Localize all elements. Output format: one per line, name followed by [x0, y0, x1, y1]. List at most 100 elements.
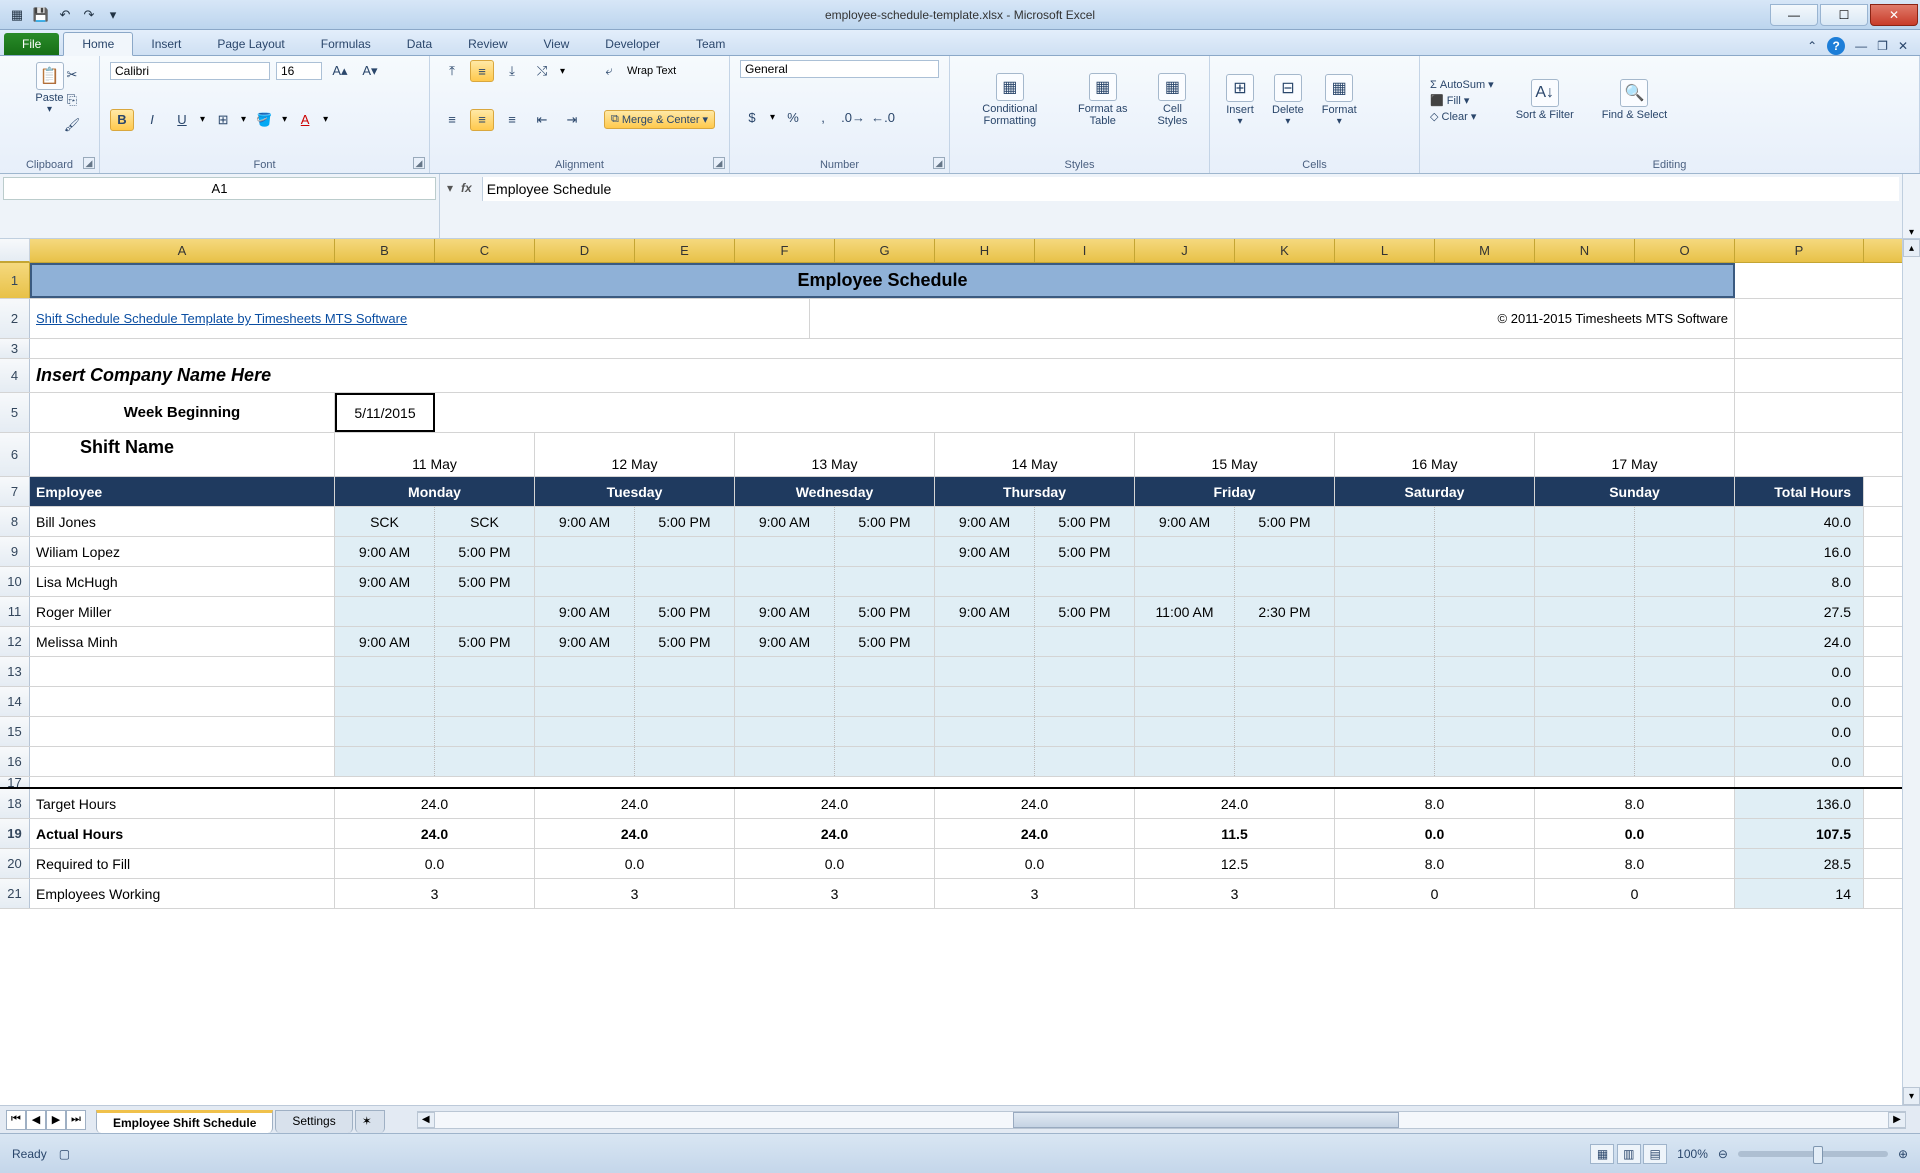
schedule-cell[interactable] — [1135, 717, 1235, 746]
schedule-cell[interactable] — [535, 747, 635, 776]
font-size-input[interactable] — [276, 62, 322, 80]
minimize-button[interactable]: — — [1770, 4, 1818, 26]
help-icon[interactable]: ? — [1827, 37, 1845, 55]
schedule-cell[interactable]: 9:00 AM — [735, 597, 835, 626]
border-button[interactable]: ⊞ — [211, 109, 235, 131]
schedule-cell[interactable] — [835, 687, 935, 716]
tab-insert[interactable]: Insert — [133, 33, 199, 55]
schedule-cell[interactable] — [835, 537, 935, 566]
schedule-cell[interactable]: 5:00 PM — [1035, 507, 1135, 536]
schedule-cell[interactable]: 9:00 AM — [735, 627, 835, 656]
schedule-cell[interactable]: 9:00 AM — [335, 567, 435, 596]
cell[interactable] — [30, 339, 1735, 358]
fill-color-button[interactable]: 🪣 — [252, 109, 276, 131]
underline-button[interactable]: U — [170, 109, 194, 131]
schedule-cell[interactable] — [335, 657, 435, 686]
total-hours[interactable]: 0.0 — [1735, 717, 1864, 746]
schedule-cell[interactable] — [435, 717, 535, 746]
summary-value[interactable]: 24.0 — [735, 819, 935, 848]
column-header-M[interactable]: M — [1435, 239, 1535, 262]
column-header-L[interactable]: L — [1335, 239, 1435, 262]
schedule-cell[interactable] — [1035, 567, 1135, 596]
column-header-C[interactable]: C — [435, 239, 535, 262]
schedule-cell[interactable] — [1635, 717, 1735, 746]
schedule-cell[interactable] — [935, 717, 1035, 746]
row-header-2[interactable]: 2 — [0, 299, 30, 338]
formula-input[interactable] — [482, 177, 1899, 201]
column-header-B[interactable]: B — [335, 239, 435, 262]
sheet-tab-employee-shift[interactable]: Employee Shift Schedule — [96, 1110, 273, 1133]
week-beginning-label[interactable]: Week Beginning — [30, 393, 335, 432]
row-header-7[interactable]: 7 — [0, 477, 30, 506]
schedule-cell[interactable] — [1035, 717, 1135, 746]
schedule-cell[interactable] — [635, 747, 735, 776]
employee-name[interactable]: Lisa McHugh — [30, 567, 335, 596]
schedule-cell[interactable]: 5:00 PM — [1235, 507, 1335, 536]
schedule-cell[interactable] — [1335, 597, 1435, 626]
schedule-cell[interactable] — [1335, 717, 1435, 746]
spreadsheet-grid[interactable]: 1Employee Schedule2Shift Schedule Schedu… — [0, 263, 1902, 1105]
formula-expand-icon[interactable]: ▾ — [1902, 174, 1920, 238]
schedule-cell[interactable] — [935, 567, 1035, 596]
row-header-12[interactable]: 12 — [0, 627, 30, 656]
summary-label[interactable]: Required to Fill — [30, 849, 335, 878]
total-hours-header[interactable]: Total Hours — [1735, 477, 1864, 506]
company-name[interactable]: Insert Company Name Here — [30, 359, 1735, 392]
schedule-cell[interactable]: 9:00 AM — [335, 537, 435, 566]
fx-icon[interactable]: fx — [461, 181, 472, 195]
schedule-cell[interactable] — [1035, 687, 1135, 716]
workbook-minimize-icon[interactable]: — — [1855, 39, 1867, 53]
total-hours[interactable]: 0.0 — [1735, 657, 1864, 686]
schedule-cell[interactable] — [1435, 747, 1535, 776]
column-header-E[interactable]: E — [635, 239, 735, 262]
cell[interactable] — [435, 393, 1735, 432]
schedule-cell[interactable] — [835, 747, 935, 776]
close-button[interactable]: ✕ — [1870, 4, 1918, 26]
schedule-cell[interactable]: 9:00 AM — [935, 537, 1035, 566]
sheet-tab-settings[interactable]: Settings — [275, 1110, 352, 1133]
schedule-cell[interactable] — [1235, 717, 1335, 746]
schedule-cell[interactable] — [1535, 687, 1635, 716]
summary-label[interactable]: Target Hours — [30, 789, 335, 818]
day-header[interactable]: Wednesday — [735, 477, 935, 506]
schedule-cell[interactable] — [935, 657, 1035, 686]
summary-value[interactable]: 3 — [535, 879, 735, 908]
align-top-icon[interactable]: ⤒ — [440, 60, 464, 82]
schedule-cell[interactable] — [1235, 687, 1335, 716]
schedule-cell[interactable] — [735, 747, 835, 776]
total-hours[interactable]: 24.0 — [1735, 627, 1864, 656]
schedule-cell[interactable] — [1535, 597, 1635, 626]
schedule-cell[interactable] — [1435, 627, 1535, 656]
scroll-thumb[interactable] — [1013, 1112, 1400, 1128]
row-header-15[interactable]: 15 — [0, 717, 30, 746]
redo-icon[interactable]: ↷ — [80, 6, 98, 24]
summary-total[interactable]: 107.5 — [1735, 819, 1864, 848]
scroll-left-icon[interactable]: ◀ — [417, 1112, 435, 1128]
schedule-cell[interactable] — [1435, 717, 1535, 746]
schedule-cell[interactable] — [1635, 747, 1735, 776]
schedule-cell[interactable] — [635, 657, 735, 686]
schedule-cell[interactable] — [735, 717, 835, 746]
schedule-cell[interactable] — [1535, 567, 1635, 596]
schedule-cell[interactable] — [535, 717, 635, 746]
select-all-corner[interactable] — [0, 239, 30, 262]
day-header[interactable]: Tuesday — [535, 477, 735, 506]
schedule-cell[interactable] — [735, 687, 835, 716]
schedule-cell[interactable] — [1235, 747, 1335, 776]
schedule-cell[interactable]: 9:00 AM — [1135, 507, 1235, 536]
page-break-view-icon[interactable]: ▤ — [1643, 1144, 1667, 1164]
schedule-cell[interactable] — [1435, 567, 1535, 596]
schedule-cell[interactable]: 9:00 AM — [935, 507, 1035, 536]
employee-name[interactable]: Roger Miller — [30, 597, 335, 626]
schedule-cell[interactable] — [1635, 567, 1735, 596]
summary-value[interactable]: 24.0 — [335, 789, 535, 818]
sheet-nav-prev-icon[interactable]: ◀ — [26, 1110, 46, 1130]
summary-value[interactable]: 3 — [1135, 879, 1335, 908]
new-sheet-button[interactable]: ✶ — [355, 1110, 385, 1133]
schedule-cell[interactable] — [1335, 507, 1435, 536]
schedule-cell[interactable] — [1435, 657, 1535, 686]
schedule-cell[interactable] — [1335, 657, 1435, 686]
schedule-cell[interactable] — [1435, 597, 1535, 626]
date-header[interactable]: 13 May — [735, 433, 935, 476]
orientation-icon[interactable]: ⤭ — [530, 60, 554, 82]
